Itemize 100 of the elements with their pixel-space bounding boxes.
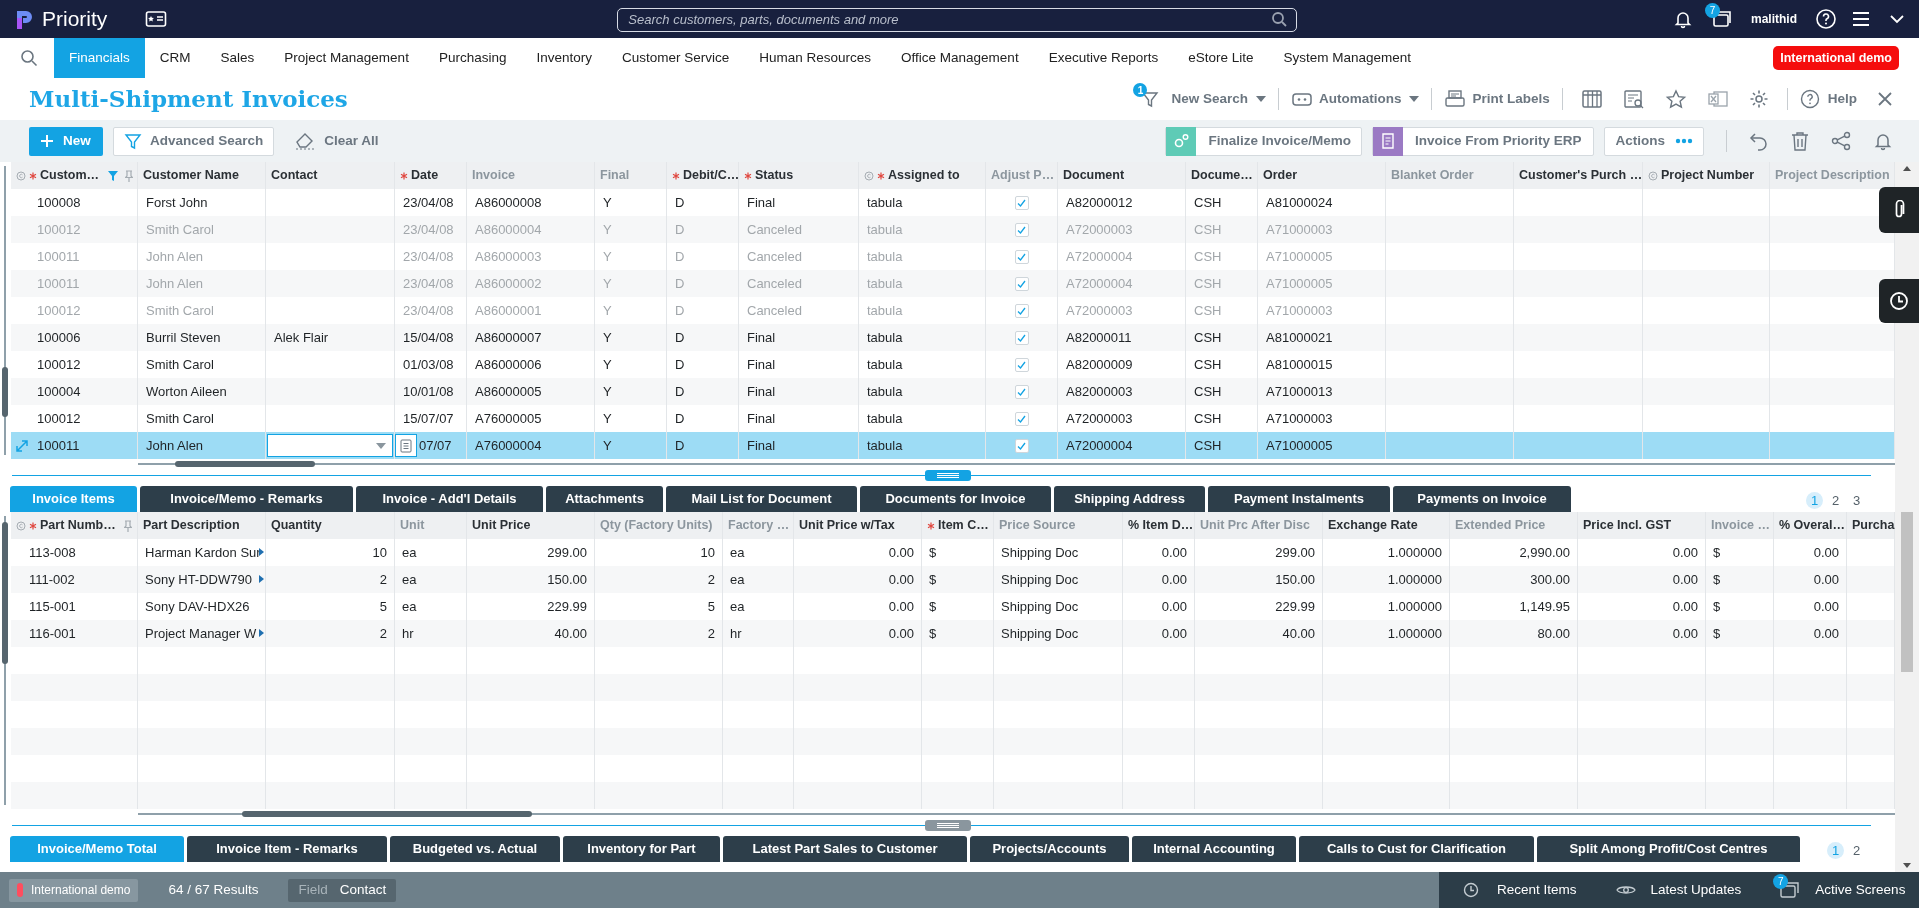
- column-header[interactable]: Exchange Rate: [1328, 516, 1418, 535]
- tab[interactable]: Payment Instalments: [1208, 486, 1390, 512]
- tab[interactable]: Latest Part Sales to Customer: [723, 836, 967, 862]
- tab[interactable]: Attachments: [546, 486, 663, 512]
- filter-icon[interactable]: [108, 169, 119, 182]
- table-row[interactable]: 100004 Worton Aileen 10/01/08 A86000005 Y D Final tabula A82000003 CSH A71000013: [11, 378, 1895, 405]
- close-icon[interactable]: [1877, 91, 1893, 107]
- checkbox[interactable]: [1014, 276, 1029, 291]
- scrollbar-thumb[interactable]: [242, 811, 532, 817]
- column-header[interactable]: % Overal…: [1779, 516, 1845, 535]
- tab[interactable]: Inventory for Part: [563, 836, 720, 862]
- tab[interactable]: Internal Accounting: [1132, 836, 1296, 862]
- column-header[interactable]: Price Incl. GST: [1583, 516, 1672, 535]
- column-header[interactable]: Part Numb…: [40, 516, 116, 535]
- tab[interactable]: Documents for Invoice: [860, 486, 1051, 512]
- document-search-icon[interactable]: [1622, 89, 1645, 109]
- latest-updates-button[interactable]: Latest Updates: [1614, 879, 1742, 901]
- help-icon[interactable]: [1815, 8, 1837, 30]
- checkbox[interactable]: [1014, 411, 1029, 426]
- column-header[interactable]: Purcha: [1852, 516, 1895, 535]
- automations-button[interactable]: Automations: [1318, 88, 1420, 110]
- column-header[interactable]: Document: [1063, 166, 1125, 185]
- search-field[interactable]: Search customers, parts, documents and more: [617, 7, 1298, 32]
- column-header[interactable]: Assigned to: [888, 166, 960, 185]
- new-search-button[interactable]: New Search: [1171, 88, 1266, 110]
- finalize-button[interactable]: Finalize Invoice/Memo: [1165, 126, 1362, 156]
- columns-icon[interactable]: [1580, 89, 1603, 109]
- checkbox[interactable]: [1014, 357, 1029, 372]
- advanced-search-button[interactable]: Advanced Search: [113, 126, 275, 156]
- column-header[interactable]: Unit Price w/Tax: [799, 516, 895, 535]
- notes-button[interactable]: [395, 434, 417, 457]
- undo-icon[interactable]: [1749, 131, 1769, 151]
- menu-tab[interactable]: Customer Service: [606, 38, 745, 78]
- help-button[interactable]: Help: [1799, 88, 1857, 110]
- more-text-icon[interactable]: [259, 575, 264, 583]
- menu-tab[interactable]: eStore Lite: [1173, 38, 1269, 78]
- trash-icon[interactable]: [1791, 131, 1809, 151]
- clear-all-button[interactable]: Clear All: [286, 126, 387, 156]
- checkbox[interactable]: [1014, 384, 1029, 399]
- user-name[interactable]: malithid: [1751, 10, 1797, 28]
- search-icon[interactable]: [1271, 11, 1288, 27]
- column-header[interactable]: Quantity: [271, 516, 322, 535]
- table-row[interactable]: 111-002 Sony HT-DDW790 2 ea 150.00 2 ea 0.00 $ Shipping Doc 0.00 150.00 1.000000 300.00 0.00 $ 0.00: [11, 566, 1895, 593]
- checkbox[interactable]: [1014, 249, 1029, 264]
- column-header[interactable]: Customer's Purch …: [1519, 166, 1643, 185]
- invoice-from-erp-button[interactable]: Invoice From Priority ERP: [1371, 126, 1595, 156]
- scrollbar-thumb[interactable]: [2, 367, 8, 417]
- menu-icon[interactable]: [1851, 10, 1871, 28]
- page-link[interactable]: 3: [1848, 492, 1865, 509]
- menu-tab[interactable]: Project Management: [269, 38, 424, 78]
- menu-tab[interactable]: Purchasing: [423, 38, 522, 78]
- more-text-icon[interactable]: [259, 629, 264, 637]
- bell-icon[interactable]: [1673, 9, 1693, 29]
- column-header[interactable]: Date: [411, 166, 439, 185]
- table-row[interactable]: 100011 John Alen 07/07 A76000004 Y D Final tabula A72000004 CSH A71000005: [11, 432, 1895, 459]
- column-header[interactable]: Custom…: [40, 166, 100, 185]
- menu-tab[interactable]: CRM: [144, 38, 206, 78]
- chevron-down-icon[interactable]: [1889, 14, 1905, 24]
- tab[interactable]: Payments on Invoice: [1393, 486, 1571, 512]
- tab[interactable]: Budgeted vs. Actual: [390, 836, 560, 862]
- column-header[interactable]: Item C…: [938, 516, 989, 535]
- tab[interactable]: Shipping Address: [1054, 486, 1205, 512]
- column-header[interactable]: Project Number: [1661, 166, 1755, 185]
- checkbox[interactable]: [1014, 438, 1029, 453]
- tab[interactable]: Invoice Item - Remarks: [187, 836, 387, 862]
- more-text-icon[interactable]: [259, 548, 264, 556]
- id-card-icon[interactable]: [145, 10, 168, 28]
- attachments-side-menu[interactable]: [1879, 187, 1919, 233]
- scrollbar-thumb[interactable]: [1901, 512, 1913, 672]
- tab[interactable]: Mail List for Document: [666, 486, 857, 512]
- share-icon[interactable]: [1831, 131, 1851, 151]
- checkbox[interactable]: [1014, 222, 1029, 237]
- menu-tab[interactable]: System Management: [1268, 38, 1427, 78]
- actions-button[interactable]: Actions: [1604, 126, 1704, 156]
- menu-tab[interactable]: Human Resources: [744, 38, 887, 78]
- page-link[interactable]: 2: [1827, 492, 1844, 509]
- history-side-menu[interactable]: [1879, 279, 1919, 323]
- column-header[interactable]: Customer Name: [143, 166, 239, 185]
- splitter-handle[interactable]: [924, 470, 971, 481]
- column-header[interactable]: Debit/C…: [683, 166, 740, 185]
- excel-icon[interactable]: [1706, 89, 1729, 109]
- tab[interactable]: Calls to Cust for Clarification: [1299, 836, 1534, 862]
- table-row[interactable]: 100006 Burril Steven Alek Flair 15/04/08 A86000007 Y D Final tabula A82000011 CSH A81000021: [11, 324, 1895, 351]
- menu-tab[interactable]: Office Management: [886, 38, 1034, 78]
- recent-items-button[interactable]: Recent Items: [1463, 879, 1577, 901]
- checkbox[interactable]: [1014, 303, 1029, 318]
- tab[interactable]: Split Among Profit/Cost Centres: [1537, 836, 1800, 862]
- settings-icon[interactable]: [1748, 89, 1769, 109]
- search-icon[interactable]: [20, 49, 38, 67]
- column-header[interactable]: Unit Price: [472, 516, 531, 535]
- column-header[interactable]: Contact: [271, 166, 318, 185]
- contact-field[interactable]: [267, 434, 393, 457]
- horizontal-scrollbar[interactable]: [138, 461, 1895, 467]
- menu-tab[interactable]: Executive Reports: [1033, 38, 1174, 78]
- star-icon[interactable]: [1664, 89, 1687, 109]
- tab[interactable]: Invoice - Add'l Details: [356, 486, 543, 512]
- table-row[interactable]: 116-001 Project Manager W 2 hr 40.00 2 hr 0.00 $ Shipping Doc 0.00 40.00 1.000000 80.00 0.00 $ 0.00: [11, 620, 1895, 647]
- page-link[interactable]: 2: [1848, 842, 1865, 859]
- column-header[interactable]: % Item D…: [1128, 516, 1194, 535]
- scrollbar-thumb[interactable]: [175, 461, 315, 467]
